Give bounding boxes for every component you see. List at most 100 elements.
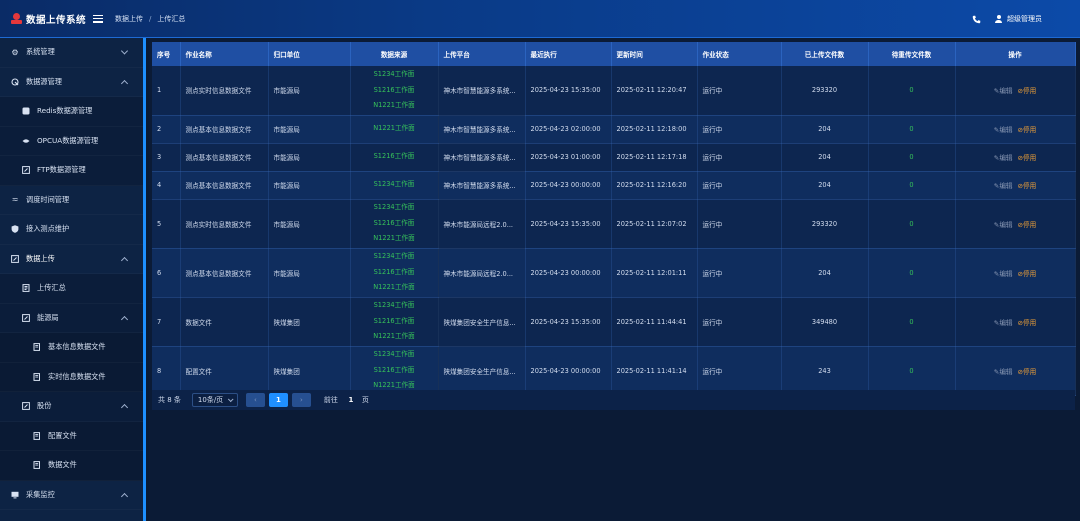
cell-sources: S1234工作面 S1216工作面 N1221工作面	[350, 199, 439, 249]
sidebar-item-system[interactable]: ⚙ 系统管理	[0, 38, 143, 68]
cell-sources: S1234工作面 S1216工作面 N1221工作面	[350, 66, 439, 116]
cell-actions: ✎编辑 ⊘停用	[955, 115, 1076, 144]
gear-icon: ⚙	[11, 47, 19, 57]
edit-button[interactable]: ✎编辑	[994, 221, 1013, 229]
disable-button[interactable]: ⊘停用	[1018, 154, 1037, 162]
sidebar-item-realtime-info-file[interactable]: 实时信息数据文件	[0, 362, 143, 392]
sidebar-item-monitor[interactable]: 采集监控	[0, 481, 143, 511]
breadcrumb-item-upload[interactable]: 数据上传	[115, 14, 143, 24]
disable-button[interactable]: ⊘停用	[1018, 87, 1037, 95]
sidebar-item-schedule[interactable]: ≂ 调度时间管理	[0, 186, 143, 216]
sidebar-item-ftp[interactable]: FTP数据源管理	[0, 156, 143, 186]
source-tag: S1216工作面	[373, 365, 415, 374]
chevron-down-icon	[120, 47, 129, 55]
page-size-select[interactable]: 10条/页	[191, 393, 238, 407]
cell-job-name: 数据文件	[180, 297, 269, 347]
disable-button[interactable]: ⊘停用	[1018, 221, 1037, 229]
cell-job-name: 测点基本信息数据文件	[180, 248, 269, 298]
column-header: 更新时间	[611, 42, 698, 66]
goto-page-input[interactable]: 1	[344, 396, 358, 404]
cell-unit: 市能源局	[268, 199, 351, 249]
sidebar-item-data-file[interactable]: 数据文件	[0, 451, 143, 481]
next-page-button[interactable]: ›	[291, 393, 311, 407]
file-icon	[33, 372, 41, 381]
cell-status: 运行中	[697, 297, 782, 347]
cell-index: 4	[152, 171, 181, 200]
page-number-current[interactable]: 1	[268, 393, 288, 407]
edit-label: 编辑	[999, 154, 1013, 162]
cell-pending: 0	[868, 297, 956, 347]
sidebar-item-label: OPCUA数据源管理	[37, 135, 99, 145]
goto-label: 前往	[323, 396, 338, 404]
top-header: 数据上传系统 数据上传 / 上传汇总 超级管理员	[0, 0, 1080, 38]
disable-button[interactable]: ⊘停用	[1018, 126, 1037, 134]
edit-button[interactable]: ✎编辑	[994, 319, 1013, 327]
sidebar-item-energy-bureau[interactable]: 能源局	[0, 303, 143, 333]
sidebar-item-opcua[interactable]: OPCUA数据源管理	[0, 126, 143, 156]
table-row: 4 测点基本信息数据文件 市能源局 S1234工作面 神木市智慧能源多系统... 2025…	[152, 171, 1076, 200]
column-header: 上传平台	[438, 42, 526, 66]
prev-page-button[interactable]: ‹	[245, 393, 265, 407]
source-tag: N1221工作面	[373, 124, 415, 133]
schedule-icon: ≂	[11, 195, 19, 205]
edit-button[interactable]: ✎编辑	[994, 182, 1013, 190]
sidebar-item-shares[interactable]: 股份	[0, 392, 143, 422]
column-header: 待重传文件数	[868, 42, 956, 66]
disable-button[interactable]: ⊘停用	[1018, 182, 1037, 190]
upload-summary-table: 序号 作业名称 归口单位 数据来源 上传平台 最近执行 更新时间 作业状态 已上…	[152, 42, 1076, 396]
database-icon	[11, 78, 19, 86]
edit-button[interactable]: ✎编辑	[994, 270, 1013, 278]
edit-label: 编辑	[999, 269, 1013, 278]
table-header-row: 序号 作业名称 归口单位 数据来源 上传平台 最近执行 更新时间 作业状态 已上…	[152, 42, 1076, 66]
cell-platform: 神木市能源局远程2.0...	[438, 248, 526, 298]
sidebar-item-datasource[interactable]: 数据源管理	[0, 68, 143, 98]
edit-button[interactable]: ✎编辑	[994, 154, 1013, 162]
disable-button[interactable]: ⊘停用	[1018, 270, 1037, 278]
cell-last-run: 2025-04-23 00:00:00	[525, 346, 612, 396]
cell-pending: 0	[868, 346, 956, 396]
sidebar-item-upload-summary[interactable]: 上传汇总	[0, 274, 143, 304]
edit-button[interactable]: ✎编辑	[994, 368, 1013, 376]
file-icon	[33, 431, 41, 440]
table-row: 8 配置文件 陕煤集团 S1234工作面 S1216工作面 N1221工作面 陕煤集团安全生…	[152, 346, 1076, 396]
phone-icon[interactable]	[972, 15, 981, 24]
cell-index: 3	[152, 143, 181, 172]
cell-unit: 陕煤集团	[268, 346, 351, 396]
disable-label: 停用	[1023, 220, 1037, 229]
cell-unit: 市能源局	[268, 143, 351, 172]
cell-job-name: 测点基本信息数据文件	[180, 171, 269, 200]
cell-actions: ✎编辑 ⊘停用	[955, 199, 1076, 249]
disable-button[interactable]: ⊘停用	[1018, 319, 1037, 327]
user-menu[interactable]: 超级管理员	[995, 14, 1042, 24]
breadcrumb-item-summary: 上传汇总	[157, 14, 186, 23]
sidebar-item-redis[interactable]: Redis数据源管理	[0, 97, 143, 127]
cell-pending: 0	[868, 115, 956, 144]
source-tag: S1216工作面	[373, 218, 415, 227]
sidebar-item-basic-info-file[interactable]: 基本信息数据文件	[0, 333, 143, 363]
chevron-up-icon	[120, 256, 129, 264]
cell-status: 运行中	[697, 248, 782, 298]
cell-last-run: 2025-04-23 00:00:00	[525, 248, 612, 298]
sidebar-item-config-file[interactable]: 配置文件	[0, 421, 143, 451]
table-row: 6 测点基本信息数据文件 市能源局 S1234工作面 S1216工作面 N1221工作面 神…	[152, 248, 1076, 298]
disable-button[interactable]: ⊘停用	[1018, 368, 1037, 376]
sidebar-item-points[interactable]: 接入测点维护	[0, 215, 143, 245]
edit-button[interactable]: ✎编辑	[994, 126, 1013, 134]
cell-status: 运行中	[697, 346, 782, 396]
menu-toggle-icon[interactable]	[93, 14, 104, 23]
cell-actions: ✎编辑 ⊘停用	[955, 171, 1076, 200]
source-tag: N1221工作面	[373, 332, 415, 341]
user-icon	[995, 15, 1002, 23]
cell-unit: 陕煤集团	[268, 297, 351, 347]
cell-actions: ✎编辑 ⊘停用	[955, 66, 1076, 116]
cell-index: 5	[152, 199, 181, 249]
cell-actions: ✎编辑 ⊘停用	[955, 143, 1076, 172]
source-tag: S1234工作面	[373, 350, 415, 359]
sidebar-item-upload[interactable]: 数据上传	[0, 245, 143, 275]
sidebar-item-label: FTP数据源管理	[37, 165, 86, 175]
cell-pending: 0	[868, 143, 956, 172]
source-tag: S1234工作面	[373, 70, 415, 78]
sidebar-item-label: 数据文件	[48, 460, 77, 470]
disable-label: 停用	[1023, 269, 1037, 278]
edit-button[interactable]: ✎编辑	[994, 87, 1013, 95]
